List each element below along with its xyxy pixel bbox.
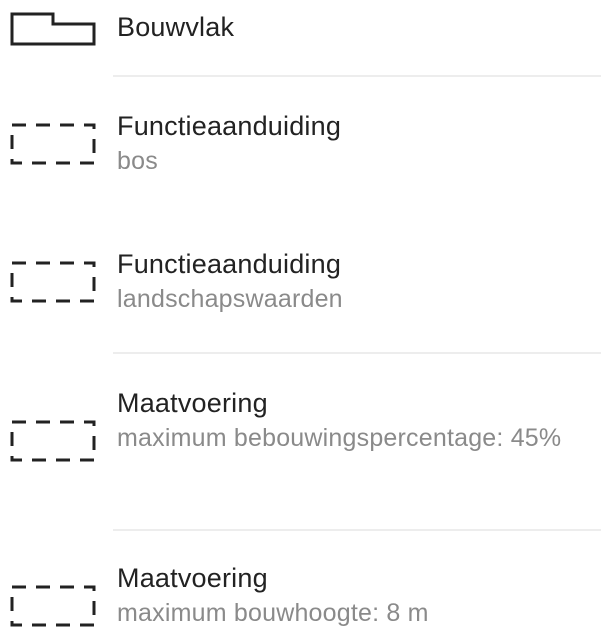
dashed-rectangle-icon bbox=[8, 257, 98, 307]
legend-item-maatvoering-bebouwingspercentage: Maatvoering maximum bebouwingspercentage… bbox=[0, 354, 601, 529]
legend-item-subtitle: landschapswaarden bbox=[117, 285, 343, 313]
legend-item-functieaanduiding-landschapswaarden: Functieaanduiding landschapswaarden bbox=[0, 217, 601, 352]
legend-item-subtitle: maximum bouwhoogte: 8 m bbox=[117, 599, 429, 627]
legend-item-title: Bouwvlak bbox=[117, 12, 235, 42]
dashed-rectangle-icon bbox=[8, 119, 98, 169]
legend-item-title: Functieaanduiding bbox=[117, 249, 342, 279]
legend-item-subtitle: maximum bebouwingspercentage: 45% bbox=[117, 424, 562, 452]
legend-item-subtitle: bos bbox=[117, 147, 158, 175]
legend-item-functieaanduiding-bos: Functieaanduiding bos bbox=[0, 77, 601, 217]
legend-panel: Bouwvlak Functieaanduiding bos Functieaa… bbox=[0, 0, 601, 639]
bouwvlak-outline-icon bbox=[8, 10, 98, 60]
dashed-rectangle-icon bbox=[8, 416, 98, 466]
legend-item-title: Maatvoering bbox=[117, 388, 268, 418]
legend-item-title: Maatvoering bbox=[117, 563, 268, 593]
legend-item-title: Functieaanduiding bbox=[117, 111, 342, 141]
dashed-rectangle-icon bbox=[8, 581, 98, 631]
legend-item-maatvoering-bouwhoogte: Maatvoering maximum bouwhoogte: 8 m bbox=[0, 531, 601, 639]
legend-item-bouwvlak: Bouwvlak bbox=[0, 0, 601, 75]
